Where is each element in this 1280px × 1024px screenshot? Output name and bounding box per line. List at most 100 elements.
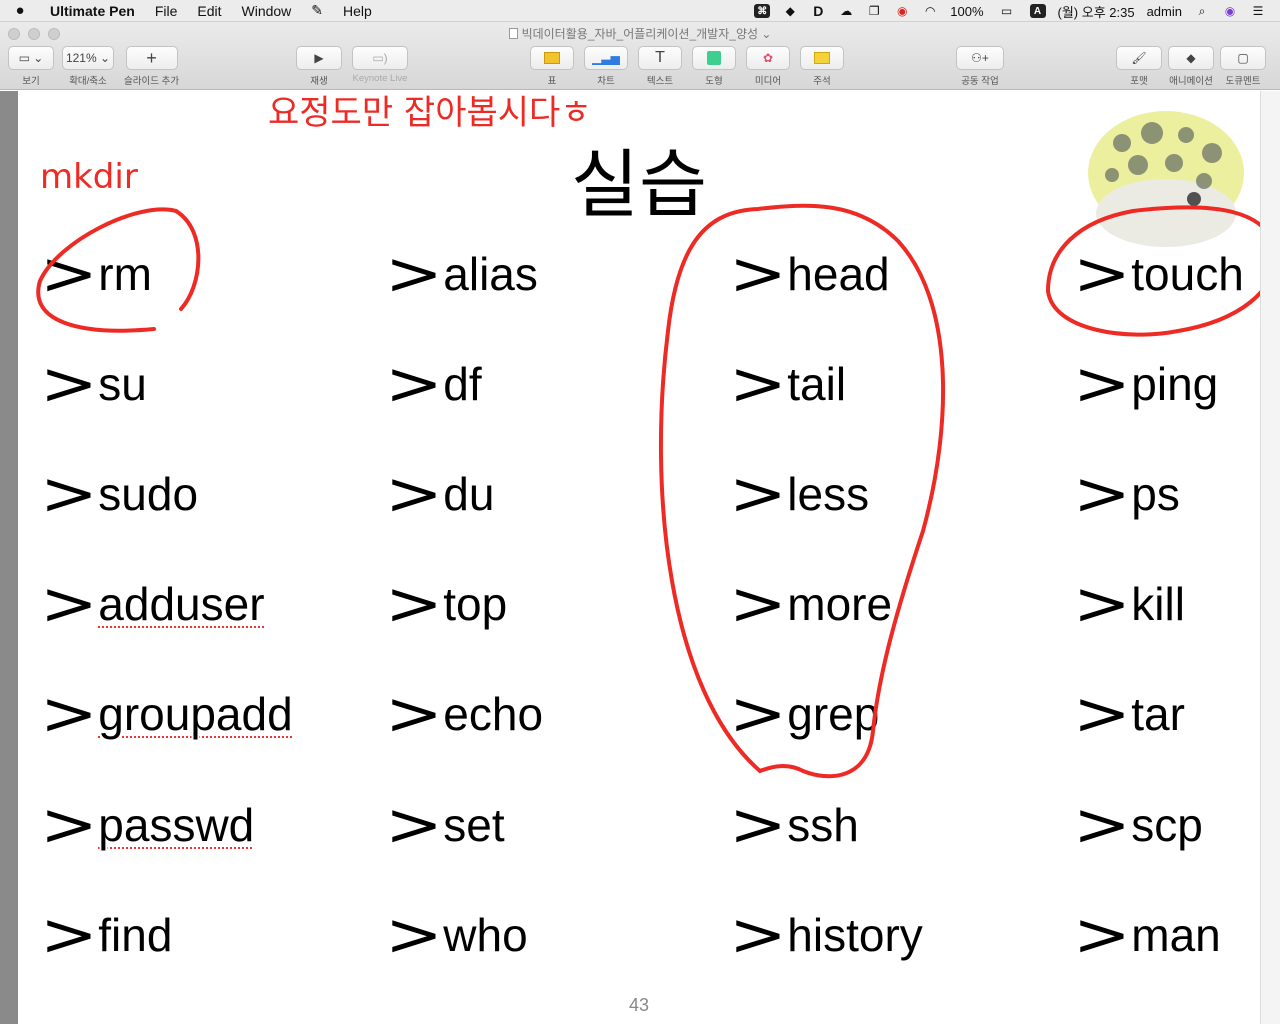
siri-icon[interactable]: ◉ (1222, 4, 1238, 18)
prompt-symbol: > (1073, 459, 1131, 529)
chart-button[interactable]: ▁▃▅ (584, 46, 628, 70)
prompt-symbol: > (1073, 679, 1131, 749)
command-item[interactable]: > grep (729, 681, 880, 744)
shape-control[interactable]: 도형 (692, 46, 736, 87)
prompt-symbol: > (385, 459, 443, 529)
command-item[interactable]: > scp (1073, 790, 1203, 860)
media-button[interactable]: ✿ (746, 46, 790, 70)
slide[interactable]: 요정도만 잡아봅시다ㅎ mkdir 실습 > rm > su > sudo > adduser… (18, 91, 1260, 1024)
slide-title[interactable]: 실습 (18, 125, 1260, 232)
document-control[interactable]: ▢ 도큐멘트 (1220, 46, 1266, 87)
menu-app[interactable]: Ultimate Pen (40, 3, 145, 19)
d-app-icon[interactable]: D (810, 3, 826, 19)
command-item[interactable]: > tail (729, 351, 846, 414)
pen-icon[interactable]: ✎ (301, 2, 333, 19)
command-label: scp (1131, 799, 1203, 851)
menu-help[interactable]: Help (333, 3, 382, 19)
vertical-scrollbar[interactable] (1260, 91, 1280, 1024)
command-item[interactable]: > sudo (40, 461, 198, 524)
format-control[interactable]: 🖌 포맷 (1116, 46, 1162, 87)
command-label: adduser (98, 578, 265, 630)
screens-icon[interactable]: ❐ (866, 4, 882, 18)
command-label: more (787, 578, 893, 630)
spotlight-search-icon[interactable]: ⌕ (1194, 4, 1210, 18)
command-item[interactable]: > groupadd (40, 681, 293, 744)
command-item[interactable]: > du (385, 459, 494, 529)
comment-button[interactable] (800, 46, 844, 70)
command-item[interactable]: > history (729, 900, 923, 970)
apple-menu-icon[interactable]: ● (0, 2, 40, 19)
animate-control[interactable]: ◆ 애니메이션 (1168, 46, 1214, 87)
command-item[interactable]: > touch (1073, 241, 1244, 304)
command-item[interactable]: > adduser (40, 569, 265, 639)
command-item[interactable]: > rm (40, 241, 152, 304)
collaborate-button[interactable]: ⚇+ (956, 46, 1004, 70)
command-item[interactable]: > man (1073, 902, 1221, 965)
text-button[interactable]: T (638, 46, 682, 70)
command-item[interactable]: > su (40, 351, 147, 414)
chart-control[interactable]: ▁▃▅ 차트 (584, 46, 628, 87)
command-item[interactable]: > kill (1073, 571, 1185, 634)
collaborate-control[interactable]: ⚇+ 공동 작업 (956, 46, 1004, 87)
command-label: ping (1131, 358, 1219, 410)
command-item[interactable]: > echo (385, 681, 543, 744)
command-item[interactable]: > df (385, 351, 482, 414)
document-button[interactable]: ▢ (1220, 46, 1266, 70)
page-number: 43 (628, 995, 650, 1015)
command-item[interactable]: > ssh (729, 792, 859, 855)
view-control[interactable]: ▭ ⌄ 보기 (8, 46, 54, 87)
recording-icon[interactable]: ◉ (894, 4, 910, 18)
play-control[interactable]: ▶ 재생 (296, 46, 342, 87)
zoom-select[interactable]: 121% ⌄ (62, 46, 114, 70)
play-button[interactable]: ▶ (296, 46, 342, 70)
clock[interactable]: (월) 오후 2:35 (1058, 2, 1135, 21)
table-button[interactable] (530, 46, 574, 70)
input-source-icon[interactable]: A (1029, 4, 1046, 18)
add-slide-control[interactable]: + 슬라이드 추가 (124, 46, 179, 87)
menu-file[interactable]: File (145, 3, 188, 19)
chevron-down-icon: ⌄ (761, 27, 772, 41)
command-icon[interactable]: ⌘ (754, 4, 771, 18)
command-item[interactable]: > more (729, 571, 893, 634)
chart-icon: ▁▃▅ (592, 51, 620, 65)
dropbox-icon[interactable]: ◆ (782, 4, 798, 18)
prompt-symbol: > (40, 569, 98, 639)
text-control[interactable]: T 텍스트 (638, 46, 682, 87)
command-item[interactable]: > who (385, 902, 528, 965)
command-item[interactable]: > passwd (40, 790, 255, 860)
command-item[interactable]: > set (385, 792, 505, 855)
menu-edit[interactable]: Edit (187, 3, 231, 19)
wifi-icon[interactable]: ◠ (922, 4, 938, 18)
command-label: passwd (98, 799, 255, 851)
prompt-symbol: > (729, 900, 787, 970)
user-name[interactable]: admin (1147, 4, 1182, 19)
menu-window[interactable]: Window (232, 3, 302, 19)
document-title[interactable]: 빅데이터활용_자바_어플리케이션_개발자_양성 ⌄ (0, 25, 1280, 42)
cloud-icon[interactable]: ☁ (838, 4, 854, 18)
document-panel-icon: ▢ (1237, 51, 1249, 65)
animate-button[interactable]: ◆ (1168, 46, 1214, 70)
command-label: grep (787, 688, 880, 740)
comment-control[interactable]: 주석 (800, 46, 844, 87)
command-item[interactable]: > tar (1073, 679, 1185, 749)
shape-button[interactable] (692, 46, 736, 70)
status-area: ⌘ ◆ D ☁ ❐ ◉ ◠ 100% ▭ A (월) 오후 2:35 admin… (754, 0, 1280, 22)
table-control[interactable]: 표 (530, 46, 574, 87)
zoom-control[interactable]: 121% ⌄ 확대/축소 (62, 46, 114, 87)
notification-center-icon[interactable]: ☰ (1250, 4, 1266, 18)
window-toolbar: 빅데이터활용_자바_어플리케이션_개발자_양성 ⌄ ▭ ⌄ 보기 121% ⌄ … (0, 22, 1280, 90)
command-item[interactable]: > less (729, 461, 869, 524)
command-item[interactable]: > top (385, 571, 507, 634)
command-item[interactable]: > ps (1073, 459, 1180, 529)
media-control[interactable]: ✿ 미디어 (746, 46, 790, 87)
command-item[interactable]: > find (40, 902, 172, 965)
add-slide-button[interactable]: + (125, 46, 178, 70)
command-item[interactable]: > ping (1073, 351, 1219, 414)
sidebar-icon[interactable]: ▭ ⌄ (8, 46, 54, 70)
battery-icon[interactable]: ▭ (996, 4, 1018, 18)
command-item[interactable]: > head (729, 241, 890, 304)
format-button[interactable]: 🖌 (1116, 46, 1162, 70)
prompt-symbol: > (40, 790, 98, 860)
command-item[interactable]: > alias (385, 241, 538, 304)
prompt-symbol: > (1073, 790, 1131, 860)
